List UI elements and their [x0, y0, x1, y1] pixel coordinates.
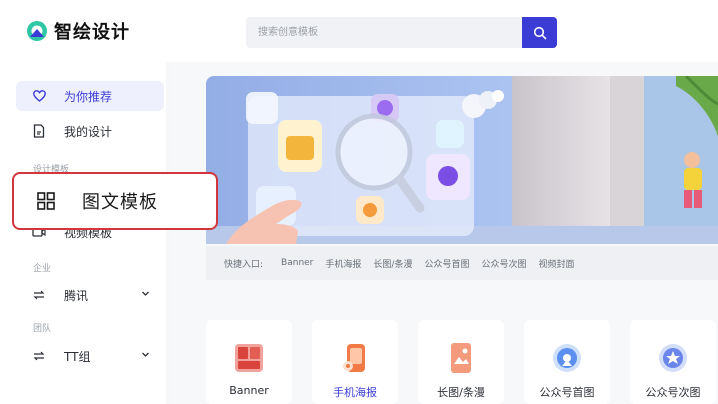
quick-link-banner[interactable]: Banner	[281, 258, 313, 268]
card-wechat-cover[interactable]: 公众号首图	[524, 320, 610, 404]
top-header: 智绘设计	[0, 0, 718, 62]
document-icon	[32, 124, 46, 138]
main-content: 快捷入口: Banner 手机海报 长图/条漫 公众号首图 公众号次图 视频封面…	[172, 62, 718, 404]
card-label: 长图/条漫	[437, 386, 485, 399]
card-label: 公众号次图	[645, 386, 701, 399]
search-bar	[246, 17, 557, 48]
chevron-down-icon	[142, 291, 149, 296]
sidebar-item-image-text-templates[interactable]: 图文模板	[12, 172, 218, 230]
highlight-label: 图文模板	[82, 192, 158, 213]
brand-name: 智绘设计	[54, 22, 130, 43]
quick-link-wechat-cover[interactable]: 公众号首图	[424, 257, 469, 270]
group-label-team: 团队	[33, 324, 52, 334]
sidebar-item-label: 腾讯	[64, 288, 89, 303]
switch-icon	[32, 349, 46, 363]
sidebar-item-recommended[interactable]: 为你推荐	[16, 81, 164, 111]
sidebar-item-label: 为你推荐	[64, 89, 113, 104]
quick-entry-label: 快捷入口:	[224, 259, 264, 270]
banner-icon	[233, 342, 265, 374]
brand-logo[interactable]: 智绘设计	[26, 18, 130, 44]
search-icon	[533, 26, 546, 39]
heart-icon	[32, 89, 46, 103]
sidebar-item-label: 我的设计	[64, 124, 113, 139]
search-input[interactable]	[246, 17, 522, 48]
quick-link-phone-poster[interactable]: 手机海报	[325, 257, 361, 270]
card-label: 公众号首图	[539, 386, 595, 399]
logo-icon	[27, 21, 47, 41]
card-long-image[interactable]: 长图/条漫	[418, 320, 504, 404]
wechat-cover-icon	[551, 342, 583, 374]
template-category-cards: Banner 手机海报 长图/条漫 公众号首图 公众号次图	[206, 320, 718, 404]
card-label: 手机海报	[333, 386, 377, 399]
switch-icon	[32, 288, 46, 302]
quick-link-wechat-secondary[interactable]: 公众号次图	[481, 257, 526, 270]
search-button[interactable]	[522, 17, 557, 48]
hero-banner[interactable]	[206, 76, 718, 244]
sidebar-item-company-tencent[interactable]: 腾讯	[16, 280, 164, 310]
long-image-icon	[445, 342, 477, 374]
quick-entry-bar: 快捷入口: Banner 手机海报 长图/条漫 公众号首图 公众号次图 视频封面	[206, 246, 718, 280]
chevron-down-icon	[142, 352, 149, 357]
card-label: Banner	[229, 384, 269, 397]
group-label-company: 企业	[33, 264, 52, 274]
hero-illustration	[206, 76, 718, 244]
card-phone-poster[interactable]: 手机海报	[312, 320, 398, 404]
card-banner[interactable]: Banner	[206, 320, 292, 404]
sidebar-item-label: TT组	[64, 349, 91, 364]
sidebar-item-my-designs[interactable]: 我的设计	[16, 116, 164, 146]
quick-link-video-cover[interactable]: 视频封面	[538, 257, 574, 270]
grid-icon	[37, 192, 55, 210]
card-wechat-secondary[interactable]: 公众号次图	[630, 320, 716, 404]
wechat-secondary-icon	[657, 342, 689, 374]
sidebar-item-team-tt[interactable]: TT组	[16, 341, 164, 371]
sidebar: 为你推荐 我的设计 设计模板 视频模板 企业 腾讯 团队 TT组	[0, 62, 172, 404]
phone-poster-icon	[339, 342, 371, 374]
quick-link-long-image[interactable]: 长图/条漫	[373, 257, 412, 270]
